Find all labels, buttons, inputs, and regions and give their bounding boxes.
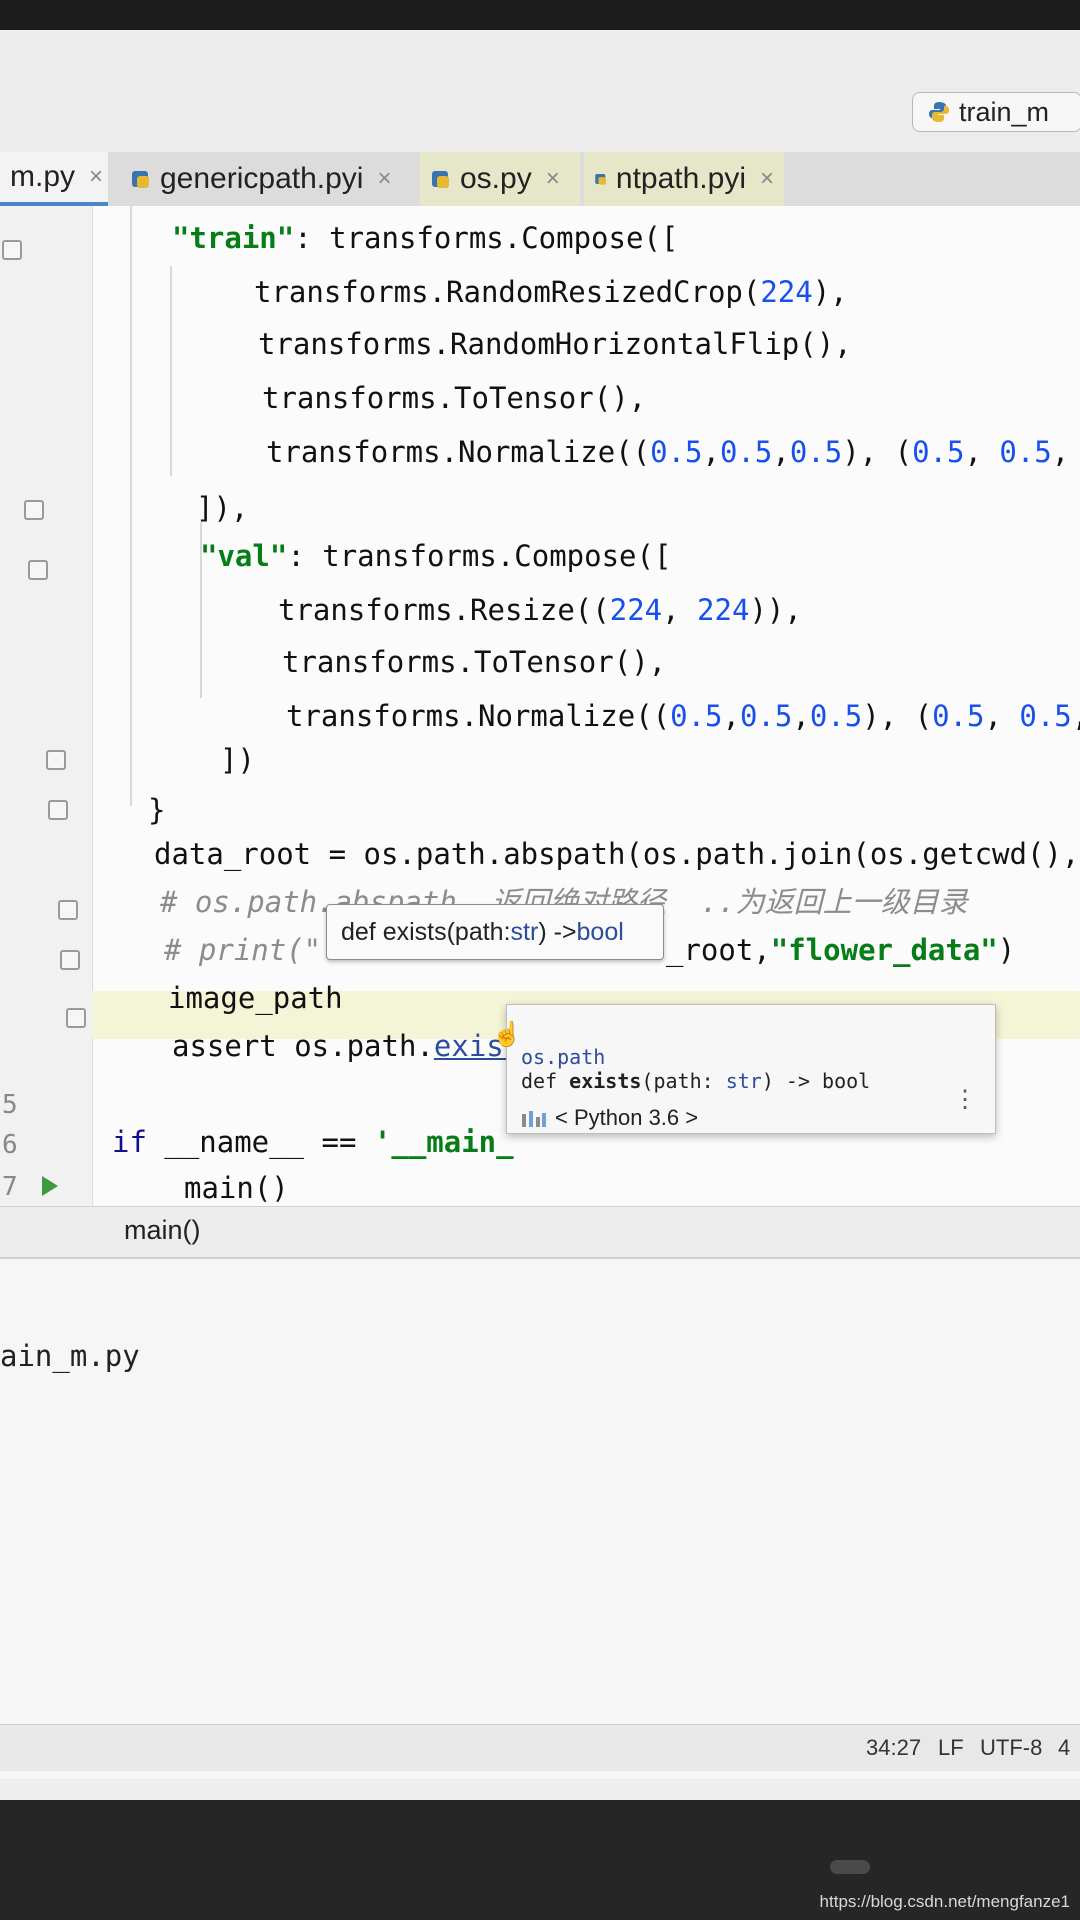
- code-line[interactable]: transforms.Normalize((0.5,0.5,0.5), (0.5…: [286, 696, 1080, 736]
- tab-os[interactable]: os.py ×: [420, 152, 580, 206]
- python-sdk-label[interactable]: < Python 3.6 >: [555, 1105, 698, 1131]
- code-line[interactable]: main(): [184, 1168, 289, 1206]
- hand-cursor-icon: ☝: [492, 1021, 522, 1048]
- close-icon[interactable]: ×: [760, 165, 774, 193]
- line-separator[interactable]: LF: [938, 1735, 964, 1761]
- param-hint-type: str: [510, 917, 539, 946]
- editor-tabs: m.py × genericpath.pyi × os.py × ntpath.…: [0, 152, 1080, 207]
- fold-marker-icon[interactable]: [2, 240, 22, 260]
- tab-train-m[interactable]: m.py ×: [0, 152, 108, 206]
- code-line[interactable]: transforms.ToTensor(),: [282, 642, 666, 682]
- param-hint-return: bool: [576, 917, 624, 946]
- tab-genericpath[interactable]: genericpath.pyi ×: [120, 152, 410, 206]
- python-stub-icon: [595, 173, 606, 185]
- file-encoding[interactable]: UTF-8: [980, 1735, 1042, 1761]
- code-line[interactable]: transforms.RandomResizedCrop(224),: [254, 272, 848, 312]
- python-stub-icon: [432, 171, 449, 188]
- code-line[interactable]: transforms.ToTensor(),: [262, 378, 646, 418]
- monitor-logo-icon: [830, 1860, 870, 1874]
- editor-gutter[interactable]: 5 6 7: [0, 206, 93, 1206]
- param-hint-prefix: def exists(path:: [341, 917, 511, 946]
- tab-ntpath[interactable]: ntpath.pyi ×: [584, 152, 784, 206]
- more-options-icon[interactable]: ⋮: [953, 1085, 977, 1114]
- run-config-selector[interactable]: train_m: [912, 92, 1080, 132]
- fold-marker-icon[interactable]: [24, 500, 44, 520]
- fold-marker-icon[interactable]: [28, 560, 48, 580]
- parameter-info-tooltip: def exists(path: str) -> bool: [326, 904, 664, 960]
- line-number: 5: [2, 1090, 18, 1120]
- tab-label: m.py: [10, 160, 76, 193]
- doc-sig-prefix: def: [521, 1069, 570, 1093]
- doc-sig-return: ) -> bool: [761, 1069, 871, 1093]
- tab-label: genericpath.pyi: [160, 162, 364, 195]
- code-line[interactable]: if __name__ == '__main_: [112, 1122, 514, 1162]
- line-number: 7: [2, 1172, 18, 1202]
- python-sdk-icon: [522, 1111, 546, 1127]
- code-line[interactable]: image_path: [168, 978, 343, 1018]
- close-icon[interactable]: ×: [546, 165, 560, 193]
- quick-doc-popup[interactable]: os.path def exists(path: str) -> bool < …: [506, 1004, 996, 1134]
- toolbar: train_m: [0, 34, 1080, 153]
- python-stub-icon: [132, 171, 149, 188]
- indent-setting[interactable]: 4: [1058, 1735, 1070, 1761]
- breadcrumb: main(): [0, 1206, 1080, 1258]
- doc-sig-type: str: [725, 1069, 762, 1093]
- run-tool-window: ain_m.py: [0, 1258, 1080, 1779]
- fold-marker-icon[interactable]: [48, 800, 68, 820]
- doc-sig-name: exists: [569, 1069, 642, 1093]
- code-comment[interactable]: # print(": [164, 930, 321, 970]
- run-config-label: train_m: [959, 96, 1050, 127]
- doc-module[interactable]: os.path: [521, 1045, 605, 1069]
- python-icon: [929, 102, 949, 122]
- close-icon[interactable]: ×: [377, 165, 391, 193]
- code-line[interactable]: _root,"flower_data"): [666, 930, 1015, 970]
- code-line[interactable]: transforms.Normalize((0.5,0.5,0.5), (0.5…: [266, 432, 1069, 472]
- indent-guide: [130, 206, 132, 806]
- close-icon[interactable]: ×: [89, 163, 103, 191]
- fold-marker-icon[interactable]: [66, 1008, 86, 1028]
- monitor-bezel-top: [0, 0, 1080, 34]
- param-hint-middle: ) ->: [538, 917, 577, 946]
- code-line[interactable]: "val": transforms.Compose([: [200, 536, 671, 576]
- line-number: 6: [2, 1130, 18, 1160]
- code-line[interactable]: transforms.RandomHorizontalFlip(),: [258, 324, 852, 364]
- status-bar: 34:27 LF UTF-8 4: [0, 1724, 1080, 1771]
- doc-footer: < Python 3.6 >: [521, 1105, 698, 1131]
- fold-marker-icon[interactable]: [58, 900, 78, 920]
- code-line[interactable]: }: [148, 790, 165, 830]
- run-tab-label[interactable]: ain_m.py: [0, 1339, 140, 1373]
- code-line[interactable]: transforms.Resize((224, 224)),: [278, 590, 802, 630]
- code-line[interactable]: ]): [220, 740, 255, 780]
- fold-marker-icon[interactable]: [60, 950, 80, 970]
- tab-label: ntpath.pyi: [615, 162, 746, 195]
- caret-position[interactable]: 34:27: [866, 1735, 921, 1761]
- doc-sig-args: (path:: [641, 1069, 726, 1093]
- indent-guide: [170, 266, 172, 476]
- doc-signature: def exists(path: str) -> bool: [521, 1069, 870, 1093]
- watermark: https://blog.csdn.net/mengfanze1: [819, 1892, 1070, 1911]
- breadcrumb-item-main[interactable]: main(): [124, 1215, 201, 1246]
- tab-label: os.py: [460, 162, 532, 195]
- run-gutter-icon[interactable]: [42, 1176, 58, 1196]
- code-line[interactable]: "train": transforms.Compose([: [172, 218, 678, 258]
- fold-marker-icon[interactable]: [46, 750, 66, 770]
- code-line[interactable]: ]),: [196, 488, 248, 528]
- code-line[interactable]: data_root = os.path.abspath(os.path.join…: [154, 834, 1080, 874]
